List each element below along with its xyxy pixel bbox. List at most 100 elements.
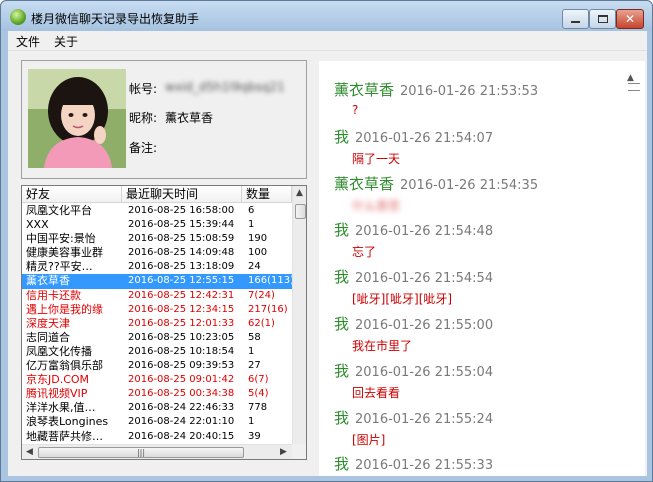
message-header: 我 2016-01-26 21:55:33 [334, 453, 493, 474]
last-chat-time: 2016-08-25 12:34:15 [128, 303, 235, 315]
maximize-icon [597, 15, 608, 23]
last-chat-time: 2016-08-25 15:39:44 [128, 219, 235, 231]
message-header: 我 2016-01-26 21:54:48 [334, 219, 493, 240]
message-text: 我在市里了 [352, 339, 413, 353]
app-logo-icon [10, 9, 26, 25]
client-area: 文件 关于 帐号: wxid_d5h1l9qbsq21 昵称: 薰衣草香 备注:… [8, 31, 647, 476]
close-button[interactable]: ✕ [616, 9, 644, 29]
title-bar[interactable]: 楼月微信聊天记录导出恢复助手 ✕ [1, 1, 652, 31]
friend-name: 健康美容事业群 [26, 246, 103, 260]
last-chat-time: 2016-08-24 22:01:10 [128, 416, 235, 428]
message-count: 778 [248, 402, 268, 414]
menu-bar: 文件 关于 [8, 31, 647, 51]
sender-name: 薰衣草香 [334, 81, 395, 99]
chat-scroll-up-icon[interactable]: ▲ [627, 73, 634, 83]
friend-name: 京东JD.COM [26, 373, 90, 387]
chat-scroll-grip[interactable] [628, 83, 640, 91]
list-horizontal-scrollbar[interactable]: ◀ ||| ▶ [22, 444, 292, 459]
friend-row[interactable]: 凤凰文化平台 2016-08-25 16:58:00 6 [22, 204, 292, 218]
avatar [28, 69, 126, 168]
message-time: 2016-01-26 21:54:07 [355, 130, 494, 146]
message-count: 58 [248, 331, 261, 343]
message-count: 166(113) [248, 275, 292, 287]
message-header: 我 2016-01-26 21:54:54 [334, 266, 493, 287]
message-count: 62(1) [248, 317, 275, 329]
message-time: 2016-01-26 21:54:35 [400, 177, 539, 193]
friend-row[interactable]: 腾讯视频VIP 2016-08-25 00:34:38 5(4) [22, 387, 292, 401]
list-vertical-scrollbar[interactable]: ▲ [292, 186, 306, 444]
menu-file[interactable]: 文件 [16, 33, 40, 50]
last-chat-time: 2016-08-24 22:46:33 [128, 402, 235, 414]
chat-scrollbar[interactable]: ▲ [624, 61, 645, 476]
friend-row[interactable]: 健康美容事业群 2016-08-25 14:09:48 100 [22, 246, 292, 260]
account-value: wxid_d5h1l9qbsq21 [165, 80, 285, 94]
horizontal-scroll-thumb[interactable]: ||| [38, 447, 244, 458]
friend-name: 地藏菩萨共修… [26, 429, 103, 443]
message-count: 1 [248, 219, 255, 231]
list-header: 好友 最近聊天时间 数量 [22, 186, 292, 203]
message-text: [图片] [352, 432, 386, 447]
message-time: 2016-01-26 21:54:54 [355, 271, 494, 287]
last-chat-time: 2016-08-25 09:01:42 [128, 374, 235, 386]
last-chat-time: 2016-08-25 12:01:33 [128, 317, 235, 329]
scroll-left-icon[interactable]: ◀ [26, 447, 33, 457]
column-header-count[interactable]: 数量 [242, 186, 292, 203]
minimize-button[interactable] [562, 9, 589, 29]
maximize-button[interactable] [589, 9, 616, 29]
message-time: 2016-01-26 21:54:48 [355, 224, 494, 240]
friend-row[interactable]: 精灵??平安… 2016-08-25 13:18:09 24 [22, 260, 292, 274]
friend-row[interactable]: 浪琴表Longines 2016-08-24 22:01:10 1 [22, 415, 292, 429]
friend-row[interactable]: 凤凰文化传播 2016-08-25 10:18:54 1 [22, 345, 292, 359]
friend-name: 志同道合 [26, 330, 70, 344]
message-time: 2016-01-26 21:55:04 [355, 364, 494, 380]
column-header-friend[interactable]: 好友 [22, 186, 122, 203]
friend-name: 浪琴表Longines [26, 415, 109, 429]
message-count: 1 [248, 416, 255, 428]
message-count: 100 [248, 247, 268, 259]
message-time: 2016-01-26 21:53:53 [400, 84, 539, 99]
friend-row[interactable]: 深度天津 2016-08-25 12:01:33 62(1) [22, 317, 292, 331]
friend-row[interactable]: 遇上你是我的缘 2016-08-25 12:34:15 217(16) [22, 303, 292, 317]
nickname-label: 昵称: [129, 111, 158, 125]
sender-name: 薰衣草香 [334, 174, 395, 193]
friend-name: 信用卡还款 [26, 288, 81, 302]
friend-list[interactable]: 好友 最近聊天时间 数量 凤凰文化平台 2016-08-25 16:58:00 6 X… [21, 185, 307, 460]
friend-name: 中国平安:景怡 [26, 232, 96, 246]
friend-row[interactable]: 亿万富翁俱乐部 2016-08-25 09:39:53 27 [22, 359, 292, 373]
message-count: 39 [248, 430, 261, 442]
message-count: 1 [248, 345, 255, 357]
menu-about[interactable]: 关于 [54, 33, 78, 50]
message-header: 我 2016-01-26 21:55:00 [334, 313, 493, 334]
chat-panel[interactable]: 薰衣草香 2016-01-26 21:53:53? 我 2016-01-26 21:5… [319, 61, 645, 476]
close-icon: ✕ [624, 12, 636, 26]
last-chat-time: 2016-08-25 10:18:54 [128, 345, 235, 357]
friend-rows: 凤凰文化平台 2016-08-25 16:58:00 6 XXX 2016-08-25 … [22, 204, 292, 444]
scroll-thumb[interactable] [295, 204, 306, 219]
message-text: 隔了一天 [352, 151, 401, 166]
sender-name: 我 [334, 455, 350, 474]
scroll-up-icon[interactable]: ▲ [296, 188, 303, 198]
sender-name: 我 [334, 221, 350, 240]
friend-row[interactable]: 洋洋水果,值… 2016-08-24 22:46:33 778 [22, 401, 292, 415]
friend-row[interactable]: 志同道合 2016-08-25 10:23:05 58 [22, 331, 292, 345]
friend-row[interactable]: 信用卡还款 2016-08-25 12:42:31 7(24) [22, 289, 292, 303]
profile-panel: 帐号: wxid_d5h1l9qbsq21 昵称: 薰衣草香 备注: [21, 60, 307, 179]
friend-row[interactable]: 薰衣草香 2016-08-25 12:55:15 166(113) [22, 274, 292, 289]
friend-row[interactable]: 中国平安:景怡 2016-08-25 15:08:59 190 [22, 232, 292, 246]
message-text: 回去看看 [352, 385, 401, 400]
last-chat-time: 2016-08-24 20:40:15 [128, 430, 235, 442]
last-chat-time: 2016-08-25 14:09:48 [128, 247, 235, 259]
minimize-icon [571, 21, 580, 23]
last-chat-time: 2016-08-25 00:34:38 [128, 388, 235, 400]
friend-name: 凤凰文化平台 [26, 204, 92, 217]
scroll-right-icon[interactable]: ▶ [280, 447, 287, 457]
friend-row[interactable]: 地藏菩萨共修… 2016-08-24 20:40:15 39 [22, 430, 292, 444]
friend-row[interactable]: XXX 2016-08-25 15:39:44 1 [22, 218, 292, 232]
message-count: 5(4) [248, 388, 269, 400]
sender-name: 我 [334, 361, 350, 380]
message-time: 2016-01-26 21:55:00 [355, 318, 494, 333]
friend-row[interactable]: 京东JD.COM 2016-08-25 09:01:42 6(7) [22, 373, 292, 387]
column-header-last-chat[interactable]: 最近聊天时间 [122, 186, 242, 203]
last-chat-time: 2016-08-25 12:55:15 [128, 275, 235, 287]
message-text: 忘了 [352, 245, 377, 260]
